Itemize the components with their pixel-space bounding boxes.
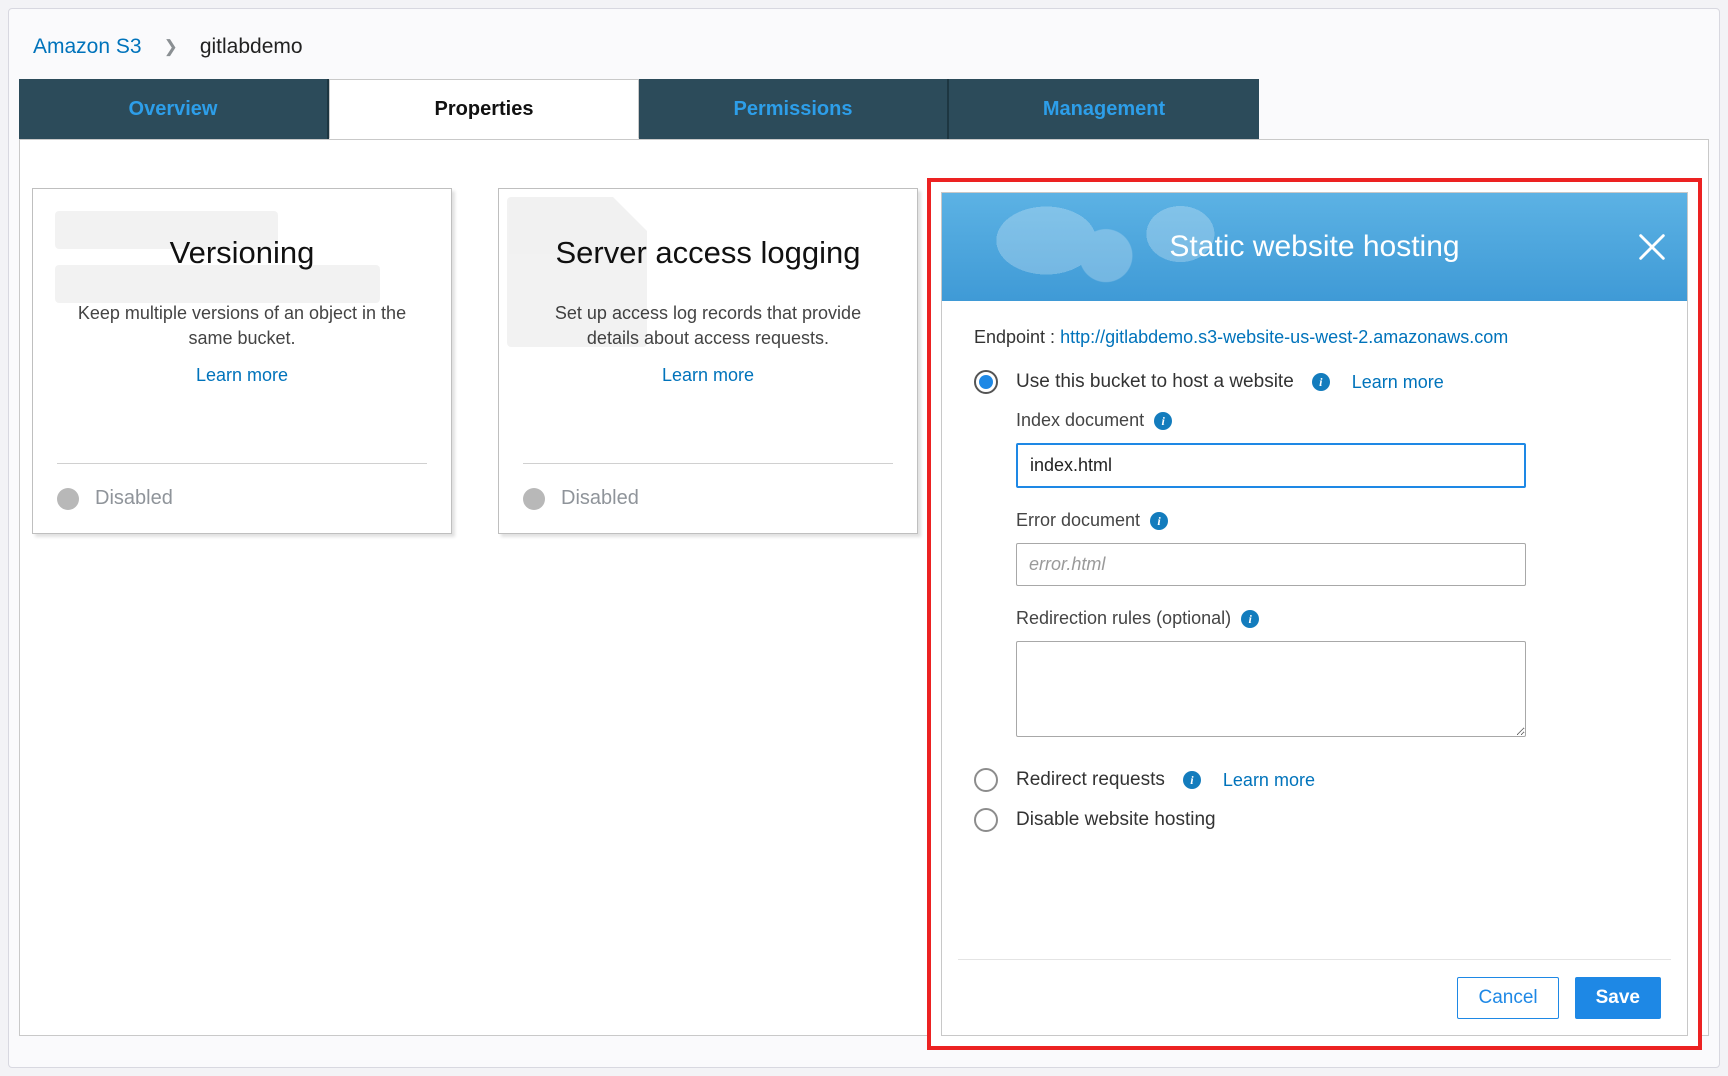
opt-redirect-learn-more-link[interactable]: Learn more: [1223, 770, 1315, 791]
error-document-input[interactable]: [1016, 543, 1526, 586]
endpoint-link[interactable]: http://gitlabdemo.s3-website-us-west-2.a…: [1060, 327, 1508, 347]
breadcrumb: Amazon S3 ❯ gitlabdemo: [13, 27, 1715, 79]
opt-disable-label: Disable website hosting: [1016, 809, 1216, 831]
opt-host-learn-more-link[interactable]: Learn more: [1352, 372, 1444, 393]
status-dot-icon: [57, 488, 79, 510]
opt-host-label: Use this bucket to host a website: [1016, 371, 1294, 393]
logging-learn-more-link[interactable]: Learn more: [523, 365, 893, 386]
breadcrumb-root-link[interactable]: Amazon S3: [33, 35, 142, 59]
cancel-button[interactable]: Cancel: [1457, 977, 1558, 1019]
radio-redirect-requests[interactable]: [974, 768, 998, 792]
properties-content: Versioning Keep multiple versions of an …: [19, 140, 1709, 1036]
save-button[interactable]: Save: [1575, 977, 1661, 1019]
panel-footer: Cancel Save: [958, 959, 1671, 1035]
versioning-card[interactable]: Versioning Keep multiple versions of an …: [32, 188, 452, 534]
versioning-title: Versioning: [57, 235, 427, 271]
redirection-rules-label: Redirection rules (optional): [1016, 608, 1231, 628]
radio-host-website[interactable]: [974, 370, 998, 394]
info-icon[interactable]: i: [1241, 610, 1259, 628]
logging-status: Disabled: [561, 487, 639, 510]
tab-permissions[interactable]: Permissions: [639, 79, 949, 139]
panel-header: Static website hosting: [942, 193, 1687, 301]
close-icon[interactable]: [1635, 230, 1669, 264]
info-icon[interactable]: i: [1154, 412, 1172, 430]
versioning-desc: Keep multiple versions of an object in t…: [63, 301, 421, 351]
error-document-label: Error document: [1016, 510, 1140, 530]
info-icon[interactable]: i: [1312, 373, 1330, 391]
info-icon[interactable]: i: [1150, 512, 1168, 530]
panel-title: Static website hosting: [1169, 230, 1459, 264]
versioning-learn-more-link[interactable]: Learn more: [57, 365, 427, 386]
info-icon[interactable]: i: [1183, 771, 1201, 789]
index-document-label: Index document: [1016, 410, 1144, 430]
breadcrumb-current: gitlabdemo: [200, 35, 303, 59]
tab-bar: Overview Properties Permissions Manageme…: [19, 79, 1709, 140]
status-dot-icon: [523, 488, 545, 510]
radio-disable-hosting[interactable]: [974, 808, 998, 832]
redirection-rules-input[interactable]: [1016, 641, 1526, 737]
static-hosting-panel: Static website hosting Endpoint : http:/…: [941, 192, 1688, 1036]
tab-properties[interactable]: Properties: [329, 79, 639, 139]
tab-management[interactable]: Management: [949, 79, 1259, 139]
endpoint-row: Endpoint : http://gitlabdemo.s3-website-…: [974, 327, 1655, 348]
index-document-input[interactable]: [1016, 443, 1526, 488]
opt-redirect-label: Redirect requests: [1016, 769, 1165, 791]
chevron-right-icon: ❯: [164, 37, 178, 57]
versioning-status: Disabled: [95, 487, 173, 510]
tab-overview[interactable]: Overview: [19, 79, 329, 139]
static-hosting-highlight: Static website hosting Endpoint : http:/…: [927, 178, 1702, 1050]
endpoint-label: Endpoint :: [974, 327, 1060, 347]
logging-card[interactable]: Server access logging Set up access log …: [498, 188, 918, 534]
